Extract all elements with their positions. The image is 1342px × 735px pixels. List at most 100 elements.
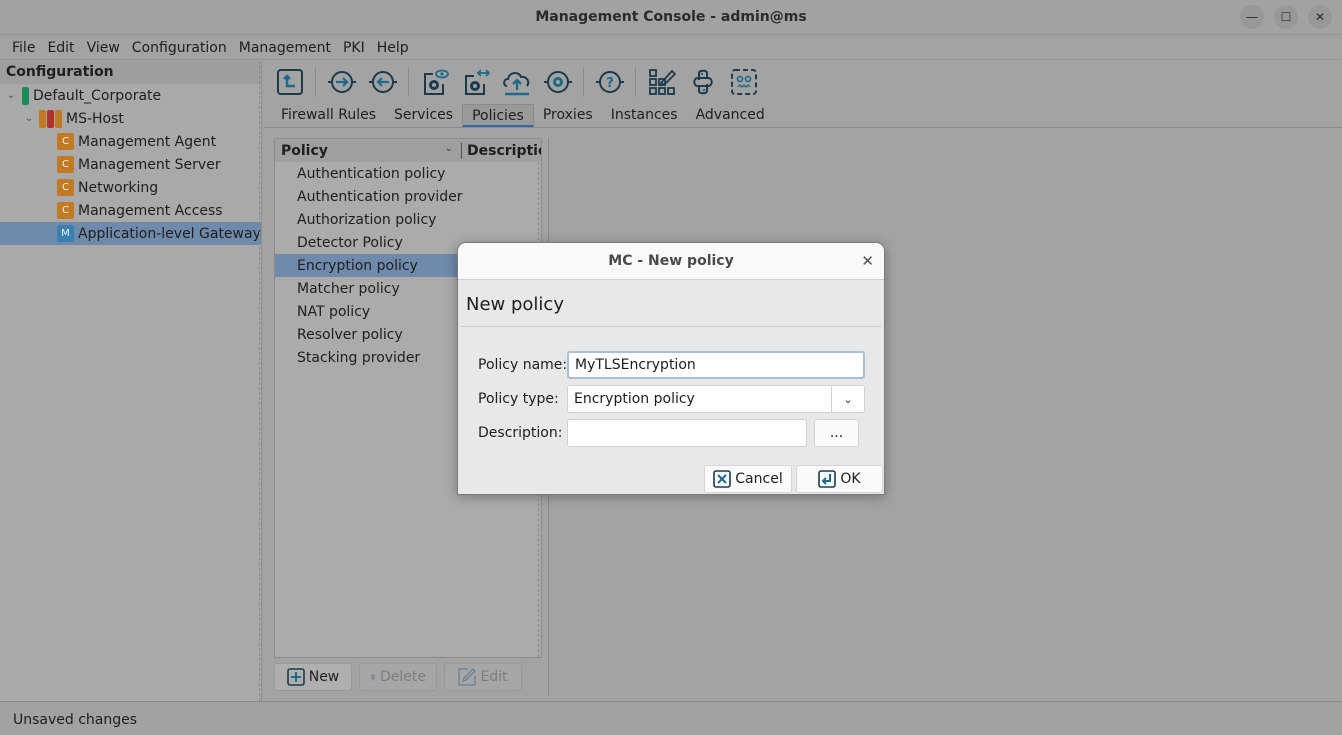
dialog-divider bbox=[461, 326, 881, 327]
close-icon[interactable]: ✕ bbox=[861, 252, 874, 270]
tab-firewall-rules[interactable]: Firewall Rules bbox=[272, 104, 385, 128]
help-button[interactable]: ? bbox=[592, 66, 628, 98]
tab-instances[interactable]: Instances bbox=[602, 104, 687, 128]
menu-help[interactable]: Help bbox=[371, 40, 415, 56]
column-header-policy[interactable]: Policy ⌄ bbox=[275, 143, 461, 159]
tab-divider bbox=[264, 127, 1342, 128]
description-browse-button[interactable]: ... bbox=[814, 419, 859, 447]
table-row[interactable]: Authorization policy bbox=[275, 208, 541, 231]
configuration-tree: ⌄ Default_Corporate ⌄ MS-Host C Manageme… bbox=[0, 84, 261, 245]
maximize-icon: ☐ bbox=[1280, 10, 1292, 24]
policy-name-label: Policy name: bbox=[478, 357, 568, 373]
cancel-icon bbox=[713, 470, 732, 488]
upload-cloud-button[interactable] bbox=[499, 66, 535, 98]
menu-file[interactable]: File bbox=[6, 40, 41, 56]
dialog-title: MC - New policy bbox=[608, 253, 734, 269]
tree-item-management-server[interactable]: C Management Server bbox=[0, 153, 261, 176]
description-input[interactable] bbox=[567, 419, 807, 447]
settings-circle-icon bbox=[544, 71, 572, 93]
column-header-label: Policy bbox=[281, 142, 328, 159]
window-title: Management Console - admin@ms bbox=[535, 9, 807, 25]
disconnect-button[interactable] bbox=[365, 66, 401, 98]
table-row[interactable]: Authentication provider bbox=[275, 185, 541, 208]
chevron-down-icon[interactable]: ⌄ bbox=[4, 90, 18, 101]
tree-item-ms-host[interactable]: ⌄ MS-Host bbox=[0, 107, 261, 130]
compare-config-icon bbox=[465, 69, 490, 95]
panel-splitter[interactable] bbox=[259, 61, 260, 701]
table-header: Policy ⌄ Description bbox=[275, 139, 541, 162]
site-icon bbox=[22, 86, 29, 105]
connect-icon bbox=[328, 71, 356, 93]
tab-bar: Firewall Rules Services Policies Proxies… bbox=[272, 104, 774, 128]
edit-button-label: Edit bbox=[480, 669, 508, 685]
policy-name-input[interactable] bbox=[567, 351, 865, 379]
policy-type-select[interactable]: Encryption policy ⌄ bbox=[567, 385, 865, 413]
new-button[interactable]: New bbox=[274, 663, 352, 691]
menu-pki[interactable]: PKI bbox=[337, 40, 371, 56]
column-header-description[interactable]: Description bbox=[461, 142, 541, 159]
minimize-icon: — bbox=[1246, 10, 1258, 24]
menu-view[interactable]: View bbox=[81, 40, 126, 56]
module-icon: M bbox=[57, 225, 74, 242]
minimize-button[interactable]: — bbox=[1240, 5, 1264, 29]
new-policy-dialog: MC - New policy ✕ New policy Policy name… bbox=[457, 242, 885, 495]
enter-icon bbox=[818, 470, 837, 488]
component-icon: C bbox=[57, 179, 74, 196]
trash-icon bbox=[370, 674, 376, 681]
bot-icon bbox=[731, 69, 757, 95]
policy-type-label: Policy type: bbox=[478, 391, 559, 407]
tree-item-management-agent[interactable]: C Management Agent bbox=[0, 130, 261, 153]
tab-proxies[interactable]: Proxies bbox=[534, 104, 602, 128]
toolbar-separator bbox=[635, 67, 636, 97]
host-icon bbox=[39, 109, 63, 128]
cancel-button[interactable]: Cancel bbox=[704, 465, 792, 493]
view-config-icon bbox=[424, 69, 449, 95]
chevron-down-icon[interactable]: ⌄ bbox=[831, 386, 864, 412]
ok-button[interactable]: OK bbox=[796, 465, 883, 493]
ellipsis-label: ... bbox=[829, 425, 844, 441]
maximize-button[interactable]: ☐ bbox=[1274, 5, 1298, 29]
python-icon bbox=[693, 69, 713, 95]
python-button[interactable] bbox=[685, 66, 721, 98]
connect-button[interactable] bbox=[324, 66, 360, 98]
edit-button[interactable]: Edit bbox=[444, 663, 522, 691]
toolbar-separator bbox=[583, 67, 584, 97]
tree-item-label: Networking bbox=[78, 179, 159, 196]
upload-config-button[interactable] bbox=[272, 66, 308, 98]
edit-grid-button[interactable] bbox=[644, 66, 680, 98]
menu-management[interactable]: Management bbox=[233, 40, 337, 56]
settings-circle-button[interactable] bbox=[540, 66, 576, 98]
view-config-button[interactable] bbox=[417, 66, 453, 98]
tree-item-networking[interactable]: C Networking bbox=[0, 176, 261, 199]
cancel-button-label: Cancel bbox=[735, 471, 783, 487]
status-text: Unsaved changes bbox=[13, 712, 138, 728]
tree-item-label: Management Access bbox=[78, 202, 223, 219]
upload-config-icon bbox=[277, 69, 303, 95]
tab-advanced[interactable]: Advanced bbox=[687, 104, 774, 128]
ok-button-label: OK bbox=[840, 471, 861, 487]
tab-services[interactable]: Services bbox=[385, 104, 462, 128]
tree-item-application-level-gateway[interactable]: M Application-level Gateway bbox=[0, 222, 261, 245]
menu-configuration[interactable]: Configuration bbox=[126, 40, 233, 56]
delete-button[interactable]: Delete bbox=[359, 663, 437, 691]
bot-button[interactable] bbox=[726, 66, 762, 98]
title-bar: Management Console - admin@ms — ☐ ✕ bbox=[0, 0, 1342, 35]
tree-item-label: MS-Host bbox=[66, 110, 124, 127]
new-button-label: New bbox=[308, 669, 340, 685]
chevron-down-icon[interactable]: ⌄ bbox=[22, 113, 36, 124]
help-icon: ? bbox=[596, 71, 624, 93]
toolbar-separator bbox=[315, 67, 316, 97]
configuration-header: Configuration bbox=[0, 61, 261, 84]
disconnect-icon bbox=[369, 71, 397, 93]
tree-item-management-access[interactable]: C Management Access bbox=[0, 199, 261, 222]
tab-policies[interactable]: Policies bbox=[462, 104, 534, 128]
plus-icon bbox=[286, 668, 305, 686]
tree-item-default-corporate[interactable]: ⌄ Default_Corporate bbox=[0, 84, 261, 107]
close-button[interactable]: ✕ bbox=[1308, 5, 1332, 29]
menu-bar: File Edit View Configuration Management … bbox=[0, 36, 1342, 60]
compare-config-button[interactable] bbox=[458, 66, 494, 98]
description-label: Description: bbox=[478, 425, 563, 441]
pencil-icon bbox=[458, 668, 477, 686]
table-row[interactable]: Authentication policy bbox=[275, 162, 541, 185]
menu-edit[interactable]: Edit bbox=[41, 40, 80, 56]
